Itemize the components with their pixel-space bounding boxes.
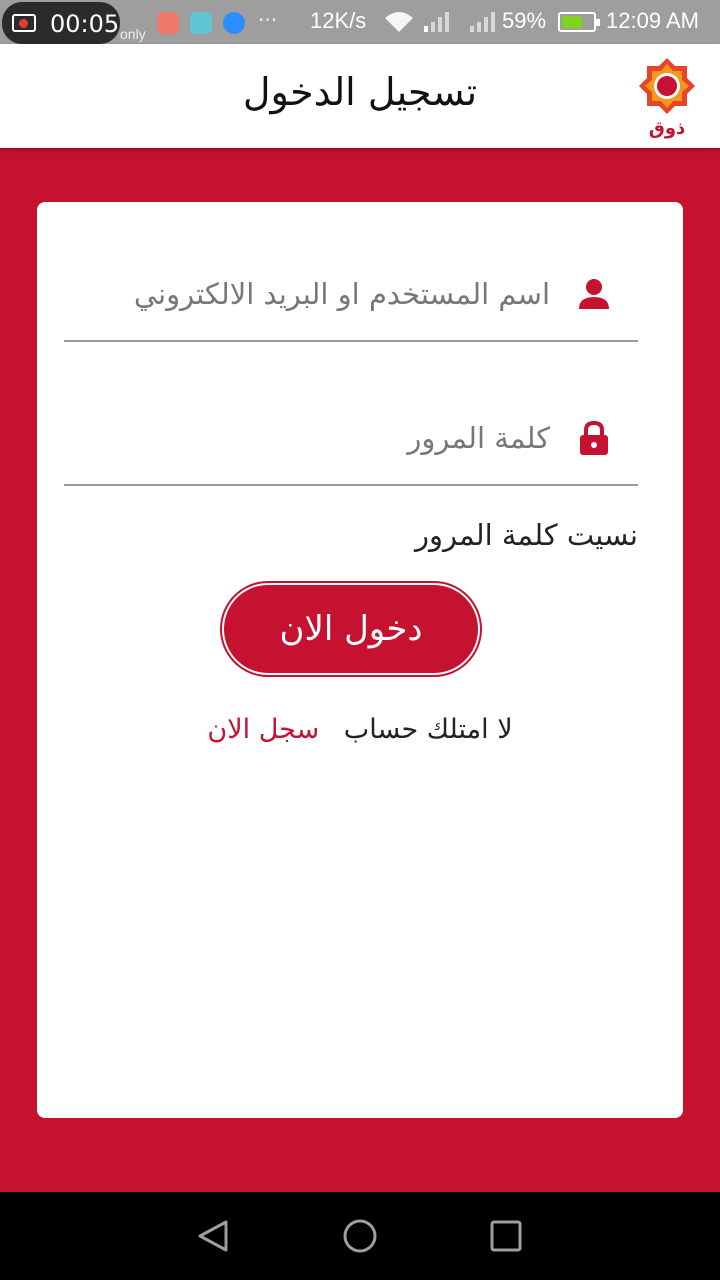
- user-icon: [579, 279, 609, 309]
- messenger-notification-icon: [223, 12, 245, 34]
- network-speed: 12K/s: [310, 8, 367, 33]
- screen-record-pill[interactable]: 00:05: [2, 2, 120, 44]
- wifi-icon: [385, 12, 413, 32]
- app-bar: تسجيل الدخول ذوق: [0, 44, 720, 148]
- signal-no-sim-icon: [470, 12, 495, 32]
- register-prompt: لا امتلك حساب سجل الان: [37, 714, 683, 745]
- logo-icon: [639, 58, 695, 114]
- username-field: [64, 272, 638, 342]
- record-icon: [12, 14, 36, 32]
- screen-recorder-notification-icon: [157, 12, 179, 34]
- more-notifications-icon: ···: [258, 8, 278, 32]
- username-input[interactable]: [80, 272, 550, 316]
- android-notification-icon: [190, 12, 212, 34]
- battery-icon: [558, 12, 600, 32]
- record-time: 00:05: [50, 10, 120, 38]
- register-link[interactable]: سجل الان: [207, 714, 319, 745]
- status-clock: 12:09 AM: [606, 8, 699, 33]
- back-triangle-icon[interactable]: [194, 1216, 234, 1256]
- login-button[interactable]: دخول الان: [222, 583, 480, 675]
- lock-icon: [580, 420, 608, 455]
- status-bar: 00:05 only ··· 12K/s 59% 12:09 AM: [0, 0, 720, 44]
- app-logo[interactable]: ذوق: [632, 54, 702, 144]
- forgot-password-link[interactable]: نسيت كلمة المرور: [64, 518, 638, 552]
- signal-2g-icon: [424, 12, 449, 32]
- carrier-label: only: [120, 26, 146, 42]
- login-card: نسيت كلمة المرور دخول الان لا امتلك حساب…: [37, 202, 683, 1118]
- home-circle-icon[interactable]: [340, 1216, 380, 1256]
- recent-square-icon[interactable]: [486, 1216, 526, 1256]
- logo-wordmark: ذوق: [648, 118, 686, 139]
- page-title: تسجيل الدخول: [242, 70, 478, 114]
- no-account-label: لا امتلك حساب: [343, 714, 513, 745]
- battery-percent: 59%: [502, 8, 547, 33]
- password-field: [64, 416, 638, 486]
- system-nav-bar: [0, 1192, 720, 1280]
- password-input[interactable]: [80, 416, 550, 460]
